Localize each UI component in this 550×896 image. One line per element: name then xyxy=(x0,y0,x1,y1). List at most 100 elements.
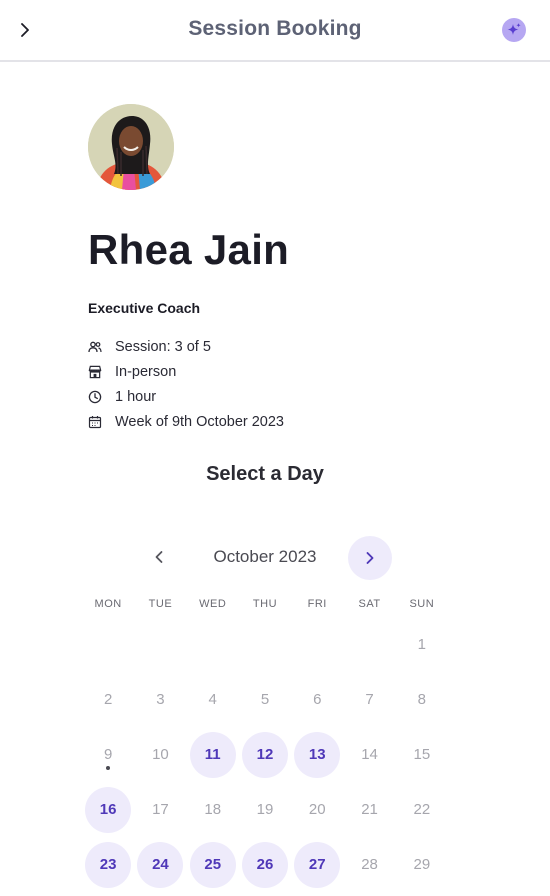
day-available[interactable]: 11 xyxy=(187,727,239,782)
app-header: Session Booking xyxy=(0,0,550,62)
detail-duration: 1 hour xyxy=(88,384,284,409)
detail-session: Session: 3 of 5 xyxy=(88,334,284,359)
month-label: October 2023 xyxy=(213,547,317,566)
session-details: Session: 3 of 5 In-person 1 hour Week of… xyxy=(88,334,284,434)
day-number: 6 xyxy=(313,691,322,708)
avatar xyxy=(88,104,174,190)
chevron-right-icon xyxy=(366,552,374,564)
previous-month-button[interactable] xyxy=(140,538,178,576)
day-unavailable: 21 xyxy=(343,782,395,837)
calendar-icon xyxy=(88,415,102,429)
day-unavailable: 3 xyxy=(134,672,186,727)
weekday-header: MON TUE WED THU FRI SAT SUN xyxy=(82,598,448,610)
day-unavailable: 6 xyxy=(291,672,343,727)
day-number: 2 xyxy=(103,691,113,708)
page-title: Session Booking xyxy=(188,17,362,40)
detail-location-text: In-person xyxy=(115,363,177,380)
day-unavailable: 9 xyxy=(82,727,134,782)
day-number: 27 xyxy=(308,856,326,873)
day-number: 24 xyxy=(152,856,169,873)
calendar-week: 1 xyxy=(82,617,448,672)
day-available[interactable]: 23 xyxy=(82,837,134,892)
day-number: 15 xyxy=(413,746,431,763)
sparkle-button[interactable] xyxy=(502,18,526,42)
day-available[interactable]: 12 xyxy=(239,727,291,782)
empty-day-cell xyxy=(239,617,291,672)
detail-duration-text: 1 hour xyxy=(115,388,157,405)
next-month-button[interactable] xyxy=(348,536,392,580)
day-unavailable: 5 xyxy=(239,672,291,727)
day-available[interactable]: 24 xyxy=(134,837,186,892)
empty-day-cell xyxy=(82,617,134,672)
clock-icon xyxy=(88,390,102,404)
day-number: 3 xyxy=(156,691,165,708)
day-number: 14 xyxy=(361,746,378,763)
day-number: 16 xyxy=(99,801,117,818)
select-day-title: Select a Day xyxy=(206,463,324,485)
detail-location: In-person xyxy=(88,359,284,384)
day-available[interactable]: 16 xyxy=(82,782,134,837)
weekday-label: SAT xyxy=(358,598,381,610)
chevron-left-icon xyxy=(155,551,163,563)
day-unavailable: 22 xyxy=(396,782,448,837)
day-number: 4 xyxy=(208,691,217,708)
day-unavailable: 29 xyxy=(396,837,448,892)
sparkle-icon xyxy=(507,23,521,35)
day-number: 5 xyxy=(260,691,270,708)
calendar-grid: 1 2 3 4 5 6 7 8 9 10 11 12 13 14 15 16 17 18 19 20 21 22 23 24 2… xyxy=(82,617,448,892)
day-unavailable: 1 xyxy=(396,617,448,672)
day-number: 28 xyxy=(361,856,378,873)
today-indicator-dot xyxy=(106,766,110,770)
detail-week-text: Week of 9th October 2023 xyxy=(115,413,285,430)
day-number: 11 xyxy=(204,746,221,763)
day-number: 29 xyxy=(413,856,431,873)
day-number: 18 xyxy=(204,801,222,818)
day-number: 9 xyxy=(103,746,113,763)
calendar-week: 16 17 18 19 20 21 22 xyxy=(82,782,448,837)
detail-session-text: Session: 3 of 5 xyxy=(115,338,211,355)
weekday-label: SUN xyxy=(409,598,435,610)
weekday-label: MON xyxy=(94,598,122,610)
day-unavailable: 17 xyxy=(134,782,186,837)
day-number: 26 xyxy=(256,856,274,873)
day-number: 1 xyxy=(417,636,426,653)
day-unavailable: 8 xyxy=(396,672,448,727)
day-unavailable: 7 xyxy=(343,672,395,727)
weekday-label: FRI xyxy=(307,598,327,610)
day-number: 12 xyxy=(256,746,274,763)
day-number: 20 xyxy=(308,801,326,818)
day-number: 7 xyxy=(365,691,374,708)
day-number: 8 xyxy=(417,691,426,708)
coach-name: Rhea Jain xyxy=(88,226,290,273)
day-unavailable: 10 xyxy=(134,727,186,782)
day-number: 23 xyxy=(99,856,117,873)
day-unavailable: 28 xyxy=(343,837,395,892)
people-icon xyxy=(88,340,102,354)
day-number: 21 xyxy=(361,801,378,818)
day-available[interactable]: 13 xyxy=(291,727,343,782)
empty-day-cell xyxy=(134,617,186,672)
store-icon xyxy=(88,365,102,379)
day-unavailable: 2 xyxy=(82,672,134,727)
day-number: 13 xyxy=(308,746,326,763)
day-unavailable: 20 xyxy=(291,782,343,837)
day-number: 22 xyxy=(413,801,431,818)
month-navigation: October 2023 xyxy=(140,536,400,580)
day-unavailable: 18 xyxy=(187,782,239,837)
day-available[interactable]: 25 xyxy=(187,837,239,892)
empty-day-cell xyxy=(187,617,239,672)
weekday-label: TUE xyxy=(148,598,173,610)
empty-day-cell xyxy=(343,617,395,672)
day-unavailable: 15 xyxy=(396,727,448,782)
day-available[interactable]: 27 xyxy=(291,837,343,892)
weekday-label: WED xyxy=(199,598,227,610)
day-number: 25 xyxy=(204,856,222,873)
day-number: 19 xyxy=(256,801,274,818)
day-number: 17 xyxy=(152,801,169,818)
empty-day-cell xyxy=(291,617,343,672)
detail-week: Week of 9th October 2023 xyxy=(88,409,284,434)
weekday-label: THU xyxy=(252,598,278,610)
day-number: 10 xyxy=(152,746,169,763)
day-available[interactable]: 26 xyxy=(239,837,291,892)
day-unavailable: 19 xyxy=(239,782,291,837)
